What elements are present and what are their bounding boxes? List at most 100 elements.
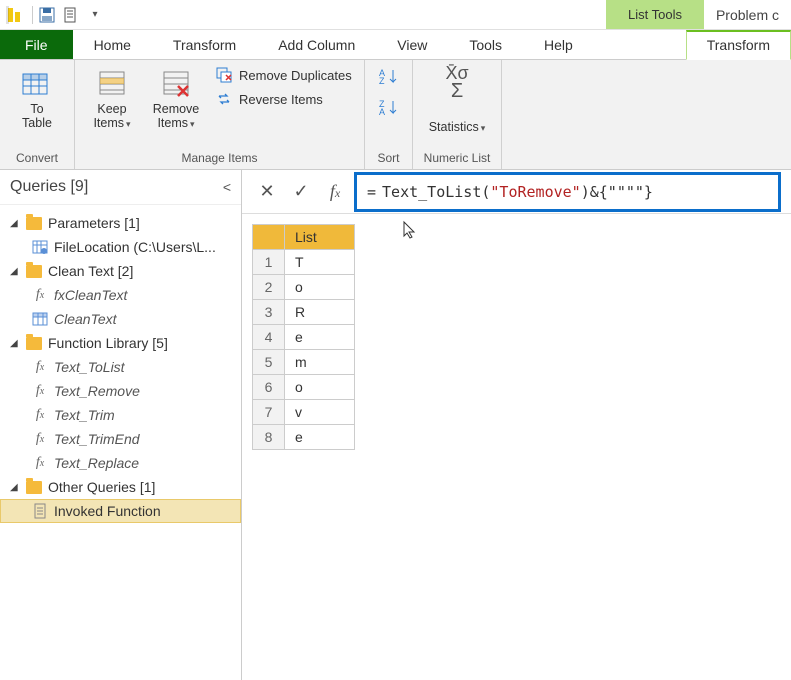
folder-icon [26,263,42,279]
to-table-button[interactable]: To Table [8,64,66,135]
table-icon [32,311,48,327]
tab-list-transform[interactable]: Transform [686,30,791,60]
remove-duplicates-button[interactable]: Remove Duplicates [211,64,356,86]
tree-item[interactable]: CleanText [0,307,241,331]
tree-item-label: Text_Remove [54,383,140,399]
table-row[interactable]: 2o [253,275,355,300]
reverse-items-icon [215,90,233,108]
remove-duplicates-icon [215,66,233,84]
tree-item-label: Text_Replace [54,455,139,471]
tree-group[interactable]: ◢Function Library [5] [0,331,241,355]
collapse-pane-button[interactable]: < [223,179,231,195]
qat-button[interactable] [60,4,82,26]
tree-item[interactable]: FileLocation (C:\Users\L... [0,235,241,259]
tree-item[interactable]: fxText_ToList [0,355,241,379]
check-icon: ✓ [293,181,308,202]
ribbon-group-sort: AZ ZA Sort [365,60,413,169]
cell-value[interactable]: v [285,400,355,425]
tree-item-label: Text_Trim [54,407,115,423]
content-area: ✕ ✓ fx = Text_ToList ( "ToRemove" ) & {"… [242,170,791,680]
tree-item[interactable]: fx Text_Replace [0,451,241,475]
table-row[interactable]: 3R [253,300,355,325]
tree-item-label: CleanText [54,311,117,327]
formula-fn: Text_ToList [382,183,481,201]
tree-item[interactable]: Invoked Function [0,499,241,523]
group-label-convert: Convert [8,149,66,167]
tree-item[interactable]: fx Text_Remove [0,379,241,403]
row-number: 8 [253,425,285,450]
formula-input[interactable]: = Text_ToList ( "ToRemove" ) & {""""} [354,172,781,212]
chevron-down-icon: ◢ [10,482,20,493]
remove-items-button[interactable]: Remove Items [147,64,205,135]
to-table-icon [21,68,53,100]
table-row[interactable]: 1T [253,250,355,275]
cell-value[interactable]: e [285,325,355,350]
queries-tree: ◢Parameters [1] FileLocation (C:\Users\L.… [0,205,241,680]
tree-group[interactable]: ◢Clean Text [2] [0,259,241,283]
remove-items-icon [160,68,192,100]
tab-add-column[interactable]: Add Column [257,30,376,59]
sort-desc-icon: ZA [379,99,399,117]
statistics-button[interactable]: X̄σ Σ Statistics [421,64,493,139]
list-icon [32,503,48,519]
tree-group[interactable]: ◢Parameters [1] [0,211,241,235]
cell-value[interactable]: T [285,250,355,275]
tree-item[interactable]: fxfxCleanText [0,283,241,307]
remove-items-label: Remove Items [153,103,200,131]
tab-home[interactable]: Home [73,30,152,59]
row-number: 6 [253,375,285,400]
table-row[interactable]: 4e [253,325,355,350]
tree-group-label: Clean Text [2] [48,263,133,279]
keep-items-icon [96,68,128,100]
sort-desc-button[interactable]: ZA [375,95,403,124]
ribbon: To Table Convert Keep Items Remove Items [0,60,791,170]
tree-item[interactable]: fx Text_Trim [0,403,241,427]
cell-value[interactable]: e [285,425,355,450]
cancel-formula-button[interactable]: ✕ [252,178,282,206]
window-title: Problem c [704,7,791,23]
cell-value[interactable]: m [285,350,355,375]
corner-cell[interactable] [253,225,285,250]
tree-group[interactable]: ◢Other Queries [1] [0,475,241,499]
statistics-icon: X̄σ Σ [441,68,473,100]
table-row[interactable]: 5m [253,350,355,375]
table-row[interactable]: 7v [253,400,355,425]
group-label-manage: Manage Items [83,149,356,167]
tab-tools[interactable]: Tools [448,30,523,59]
tab-file[interactable]: File [0,30,73,59]
fx-icon: fx [330,181,340,202]
keep-items-button[interactable]: Keep Items [83,64,141,135]
column-header-list[interactable]: List [285,225,355,250]
document-icon [63,7,79,23]
table-row[interactable]: 6o [253,375,355,400]
tree-item-label: FileLocation (C:\Users\L... [54,239,216,255]
cell-value[interactable]: o [285,275,355,300]
fx-button[interactable]: fx [320,178,350,206]
save-button[interactable] [36,4,58,26]
remove-duplicates-label: Remove Duplicates [239,68,352,83]
list-table: List 1T2o3R4e5m6o7v8e [252,224,355,450]
sort-asc-icon: AZ [379,68,399,86]
fx-icon: fx [32,455,48,471]
row-number: 3 [253,300,285,325]
row-number: 1 [253,250,285,275]
group-label-numeric: Numeric List [421,149,493,167]
sort-asc-button[interactable]: AZ [375,64,403,93]
ribbon-group-convert: To Table Convert [0,60,75,169]
tree-item[interactable]: fxText_TrimEnd [0,427,241,451]
tab-transform[interactable]: Transform [152,30,257,59]
reverse-items-button[interactable]: Reverse Items [211,88,356,110]
qat-customize[interactable]: ▾ [84,4,106,26]
tab-help[interactable]: Help [523,30,594,59]
cursor-icon [402,220,418,240]
fx-icon: fx [32,383,48,399]
cell-value[interactable]: R [285,300,355,325]
cell-value[interactable]: o [285,375,355,400]
table-row[interactable]: 8e [253,425,355,450]
context-tab-list-tools: List Tools [606,0,704,29]
list-preview: List 1T2o3R4e5m6o7v8e [242,214,791,460]
accept-formula-button[interactable]: ✓ [286,178,316,206]
fx-icon: fx [32,407,48,423]
tab-view[interactable]: View [376,30,448,59]
x-icon: ✕ [259,181,274,202]
